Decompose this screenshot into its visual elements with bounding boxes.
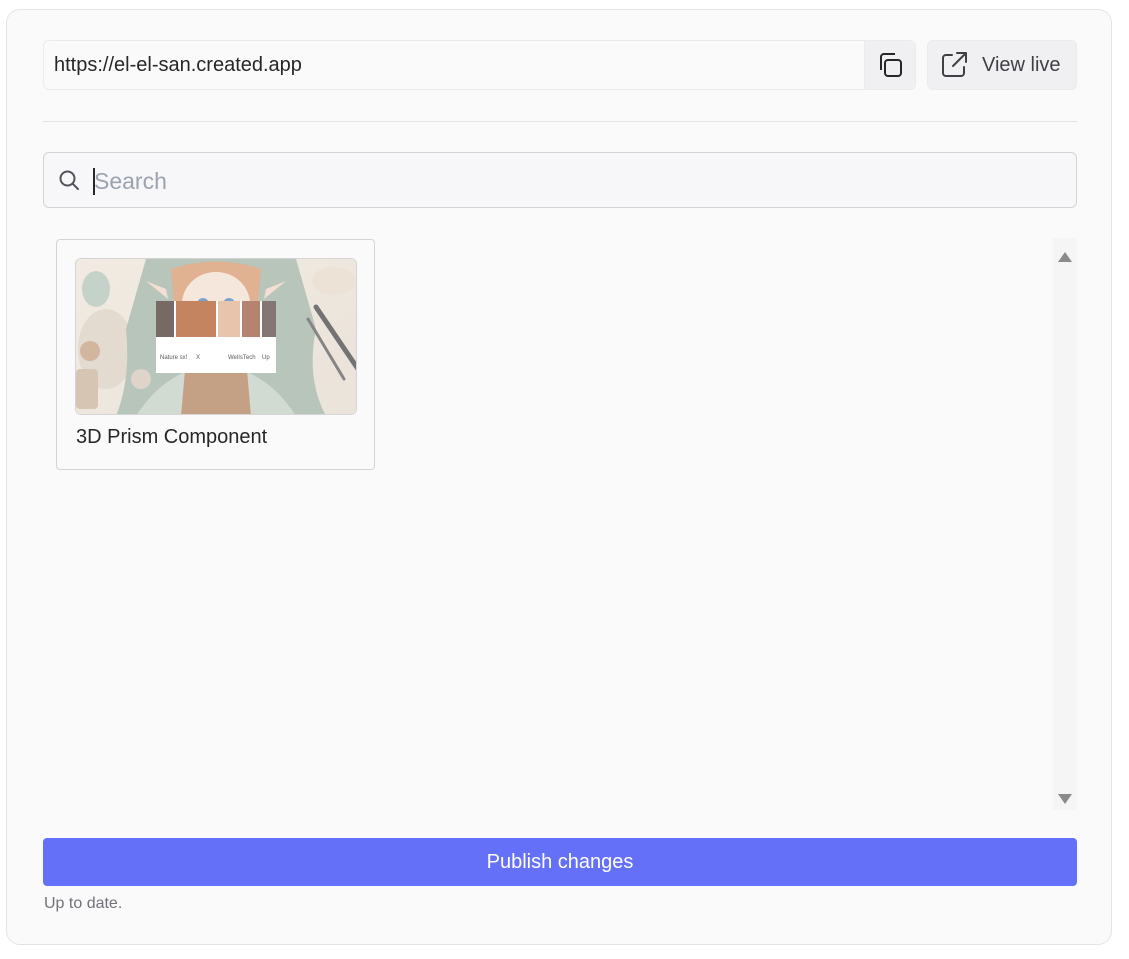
component-title: 3D Prism Component [76,426,268,448]
publish-changes-button[interactable]: Publish changes [43,838,1077,886]
scroll-up-button[interactable] [1057,250,1073,264]
publish-status: Up to date. [44,895,123,912]
publish-panel: https://el-el-san.created.app View live [6,9,1112,945]
search-icon [59,170,79,190]
search-input[interactable] [92,163,1056,199]
url-field[interactable]: https://el-el-san.created.app [43,40,916,90]
view-live-label: View live [982,53,1061,76]
url-text[interactable]: https://el-el-san.created.app [54,54,302,77]
triangle-down-icon [1058,794,1072,804]
component-card[interactable]: Nature sx! X WelIsTech Up 3D Prism Compo… [56,239,375,470]
copy-icon [880,53,902,77]
external-link-icon [942,52,967,77]
divider [43,121,1077,122]
url-row: https://el-el-san.created.app View live [43,40,1077,90]
scrollbar[interactable] [1053,238,1077,810]
anime-illustration-preview-icon: Nature sx! X WelIsTech Up [76,259,356,414]
search-box[interactable] [43,152,1077,208]
triangle-up-icon [1058,252,1072,262]
copy-url-button[interactable] [864,41,915,89]
text-caret [93,168,95,195]
scroll-down-button[interactable] [1057,792,1073,806]
component-thumbnail: Nature sx! X WelIsTech Up [75,258,357,415]
view-live-button[interactable]: View live [927,40,1077,90]
